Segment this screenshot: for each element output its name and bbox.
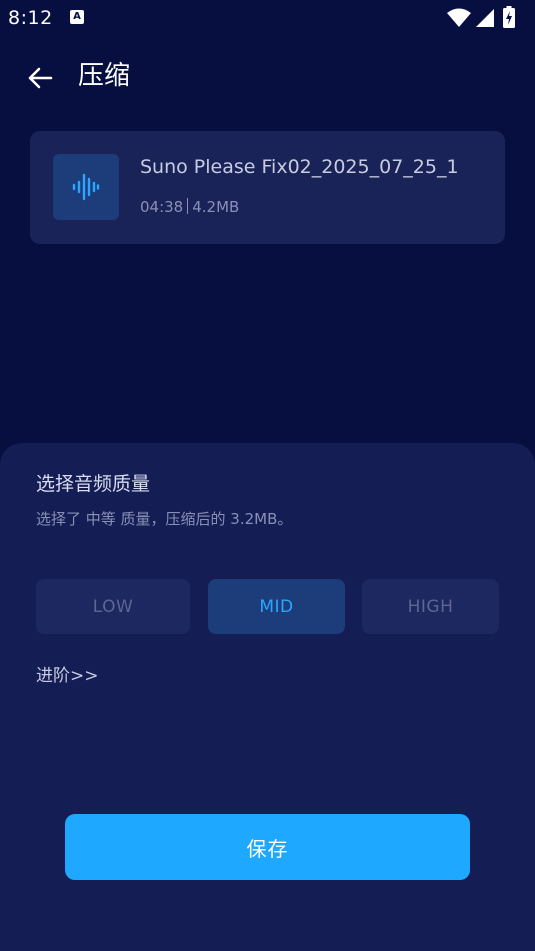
status-bar: 8:12 A (0, 0, 535, 36)
sheet-title: 选择音频质量 (36, 473, 151, 495)
audio-file-card: Suno Please Fix02_2025_07_25_1 04:38 4.2M… (30, 131, 505, 244)
advanced-link[interactable]: 进阶>> (36, 663, 99, 689)
status-time: 8:12 (8, 7, 53, 29)
back-button[interactable] (22, 60, 58, 96)
file-name: Suno Please Fix02_2025_07_25_1 (140, 156, 459, 178)
arrow-left-icon (28, 67, 53, 89)
quality-bottom-sheet: 选择音频质量 选择了 中等 质量，压缩后的 3.2MB。 LOW MID HIG… (0, 443, 535, 951)
page-title: 压缩 (78, 61, 131, 91)
meta-divider (187, 198, 189, 214)
quality-option-mid[interactable]: MID (208, 579, 345, 634)
quality-option-high[interactable]: HIGH (362, 579, 499, 634)
audio-waveform-icon (72, 173, 100, 201)
quality-option-low[interactable]: LOW (36, 579, 190, 634)
a-notification-icon: A (70, 10, 84, 24)
file-duration: 04:38 (140, 198, 184, 216)
file-size: 4.2MB (192, 198, 240, 216)
save-button[interactable]: 保存 (65, 814, 470, 880)
wifi-icon (447, 8, 471, 27)
sheet-subtitle: 选择了 中等 质量，压缩后的 3.2MB。 (36, 510, 293, 528)
file-icon-box (53, 154, 119, 220)
status-icons (447, 6, 527, 28)
app-header: 压缩 (0, 50, 535, 106)
battery-charging-icon (503, 6, 515, 28)
cellular-signal-icon (476, 9, 494, 27)
file-meta: 04:38 4.2MB (140, 197, 239, 217)
compress-screen: 8:12 A 压缩 Suno Please Fix02_2025_07_25_1… (0, 0, 535, 951)
